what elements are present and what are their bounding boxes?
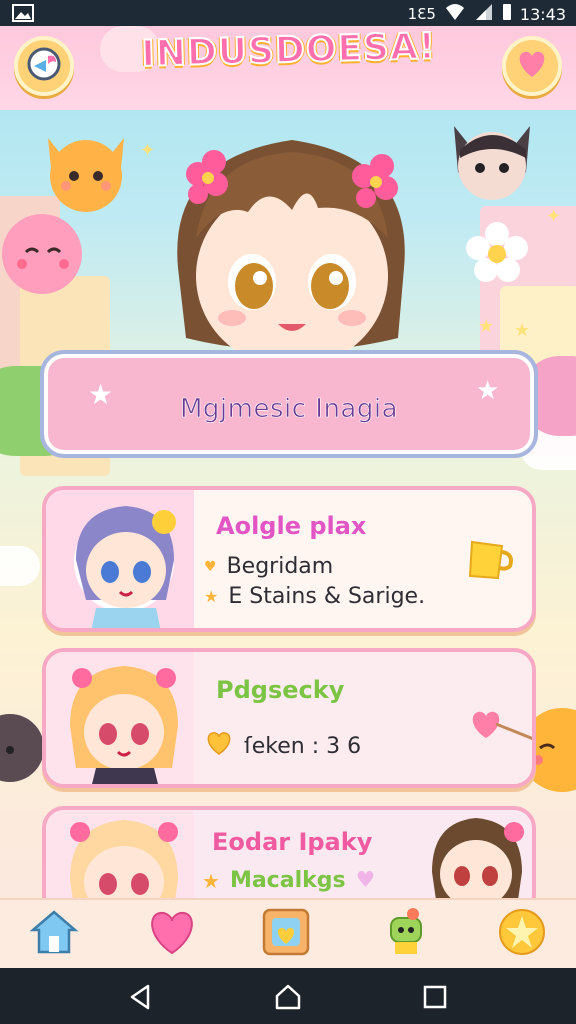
- card-line-text: Macalkgs: [229, 868, 346, 893]
- card-title: Eodar Ipaky: [212, 828, 373, 856]
- clock: 13:43: [519, 4, 566, 24]
- favorites-button[interactable]: [502, 36, 562, 96]
- sparkle-icon: ★: [514, 320, 531, 341]
- card-line-text: E Stains & Sarige.: [228, 584, 426, 609]
- cell-signal-icon: [474, 3, 494, 25]
- pink-blob-mascot: [0, 206, 92, 306]
- back-chat-button[interactable]: [14, 36, 74, 96]
- sparkle-icon: ✦: [546, 206, 562, 227]
- home-icon: [29, 908, 79, 960]
- character-card[interactable]: Pdgsecky ſeken : 3 6: [42, 648, 536, 788]
- gallery-icon: [260, 906, 312, 962]
- card-line: ♥ Begridam: [204, 554, 333, 579]
- character-card[interactable]: Aolgle plax ♥ Begridam ★ E Stains & Sari…: [42, 486, 536, 632]
- heart-icon: ♥: [355, 868, 376, 893]
- back-icon[interactable]: [126, 982, 156, 1012]
- card-line: ★ Macalkgs ♥: [202, 868, 375, 893]
- robot-icon: [381, 906, 431, 962]
- card-line: ★ E Stains & Sarige.: [204, 584, 425, 609]
- nav-home[interactable]: [26, 906, 82, 962]
- system-nav-bar: [0, 968, 576, 1024]
- hero-character: [168, 118, 416, 384]
- nav-character[interactable]: [378, 906, 434, 962]
- cat-mascot-dark: [440, 110, 544, 214]
- white-flower-icon: [466, 222, 528, 288]
- heart-icon: [204, 730, 234, 762]
- card-title: Aolgle plax: [216, 512, 367, 540]
- banner-text: Mgjmesic Inagia: [179, 394, 399, 425]
- card-line-text: ſeken : 3 6: [244, 733, 362, 759]
- recents-icon[interactable]: [420, 982, 450, 1012]
- sparkle-icon: ✦: [140, 140, 156, 161]
- home-circle-icon[interactable]: [273, 982, 303, 1012]
- back-chat-icon: [26, 46, 62, 86]
- bottom-nav: [0, 898, 576, 968]
- nav-favorites[interactable]: [144, 906, 200, 962]
- app-title: INDUSDOESA!: [140, 25, 438, 76]
- title-banner[interactable]: ★ ★ Mgjmesic Inagia: [40, 350, 538, 458]
- battery-icon: [502, 3, 512, 25]
- star-icon: ★: [204, 587, 219, 606]
- avatar: [46, 652, 194, 784]
- card-line: ſeken : 3 6: [204, 730, 361, 762]
- gallery-notification-icon: [12, 4, 34, 26]
- heart-icon: ♥: [204, 558, 217, 575]
- star-icon: [496, 906, 548, 962]
- wifi-icon: [444, 3, 466, 25]
- star-icon: ★: [202, 868, 220, 893]
- status-bar: 1Ɛ5 13:43: [0, 0, 576, 26]
- card-line-text: Begridam: [226, 554, 334, 579]
- signal-label: 1Ɛ5: [407, 5, 436, 23]
- heart-arrow-icon[interactable]: [466, 704, 532, 748]
- cup-icon[interactable]: [466, 536, 516, 588]
- avatar: [46, 490, 194, 628]
- heart-icon: [144, 907, 200, 961]
- nav-rewards[interactable]: [494, 906, 550, 962]
- avatar: [46, 810, 194, 912]
- heart-icon: [515, 49, 549, 83]
- card-title: Pdgsecky: [216, 676, 345, 704]
- sparkle-icon: ★: [478, 316, 495, 337]
- nav-gallery[interactable]: [258, 906, 314, 962]
